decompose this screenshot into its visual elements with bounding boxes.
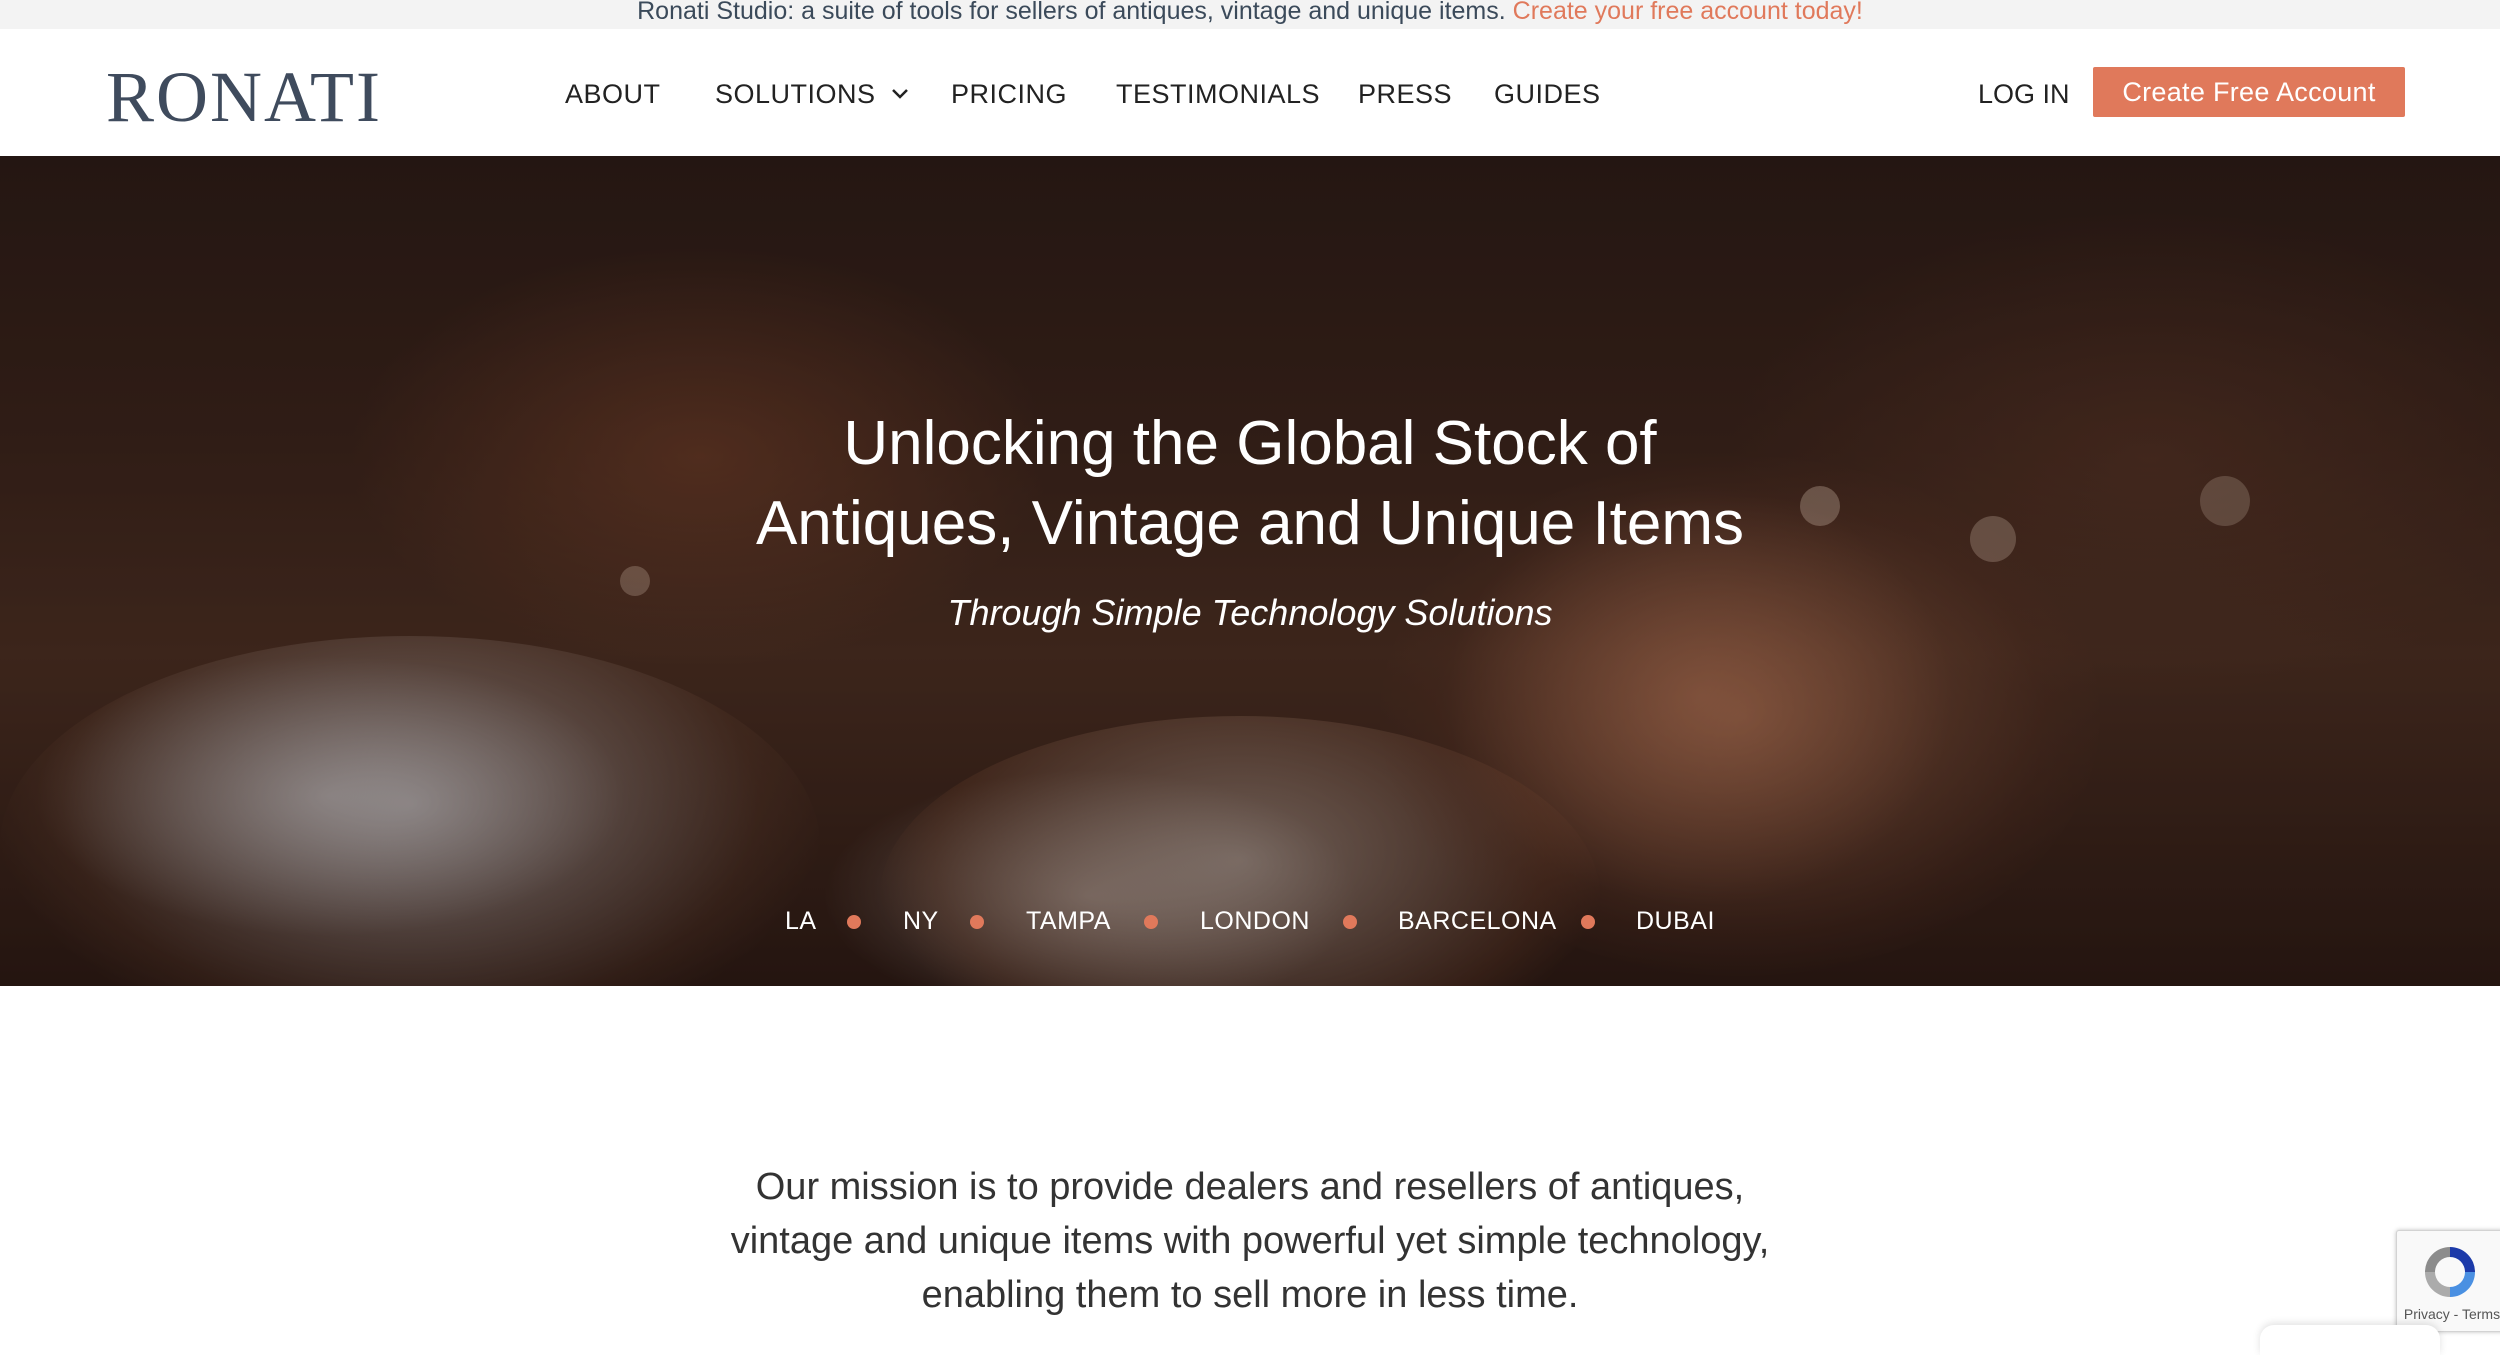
city-item: TAMPA [1026,907,1111,935]
site-header: RONATI ABOUT SOLUTIONS PRICING TESTIMONI… [0,29,2500,156]
chevron-down-icon [891,89,908,99]
announcement-bar: Ronati Studio: a suite of tools for sell… [0,0,2500,29]
city-item: LA [785,907,817,935]
hero-title: Unlocking the Global Stock of Antiques, … [755,409,1745,558]
hero-overlay [0,156,2500,986]
nav-testimonials[interactable]: TESTIMONIALS [1116,74,1320,114]
city-item: NY [903,907,939,935]
nav-solutions[interactable]: SOLUTIONS [715,74,910,114]
city-list: LA NY TAMPA LONDON BARCELONA DUBAI [0,901,2500,941]
separator-dot [1581,915,1595,929]
hero-section: Unlocking the Global Stock of Antiques, … [0,156,2500,986]
separator-dot [847,915,861,929]
create-account-button[interactable]: Create Free Account [2093,67,2405,117]
announcement-cta-link[interactable]: Create your free account today! [1513,0,1863,25]
separator-dot [1343,915,1357,929]
separator-dot [970,915,984,929]
nav-about[interactable]: ABOUT [565,74,661,114]
city-item: BARCELONA [1398,907,1557,935]
recaptcha-icon [2425,1247,2475,1297]
logo[interactable]: RONATI [106,59,382,135]
recaptcha-badge[interactable]: Privacy - Terms [2396,1230,2500,1332]
separator-dot [1144,915,1158,929]
hero-subtitle: Through Simple Technology Solutions [947,592,1553,633]
login-link[interactable]: LOG IN [1978,74,2070,114]
chat-widget-tab[interactable] [2260,1325,2440,1355]
nav-guides[interactable]: GUIDES [1494,74,1601,114]
nav-solutions-label: SOLUTIONS [715,79,876,109]
nav-pricing[interactable]: PRICING [951,74,1067,114]
city-item: LONDON [1200,907,1310,935]
mission-statement: Our mission is to provide dealers and re… [730,1166,1770,1316]
recaptcha-links[interactable]: Privacy - Terms [2397,1303,2500,1325]
city-item: DUBAI [1636,907,1715,935]
announcement-text: Ronati Studio: a suite of tools for sell… [637,0,1506,25]
nav-press[interactable]: PRESS [1358,74,1452,114]
